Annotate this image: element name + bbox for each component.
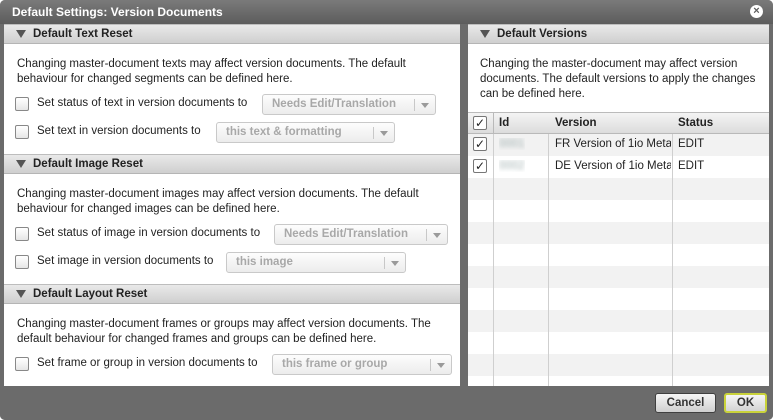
image-status-label: Set status of image in version documents… xyxy=(37,227,261,239)
dialog-footer: Cancel OK xyxy=(0,386,773,420)
version-name: FR Version of 1io Meta xyxy=(555,138,671,150)
select-separator xyxy=(414,99,415,111)
select-separator xyxy=(384,257,385,269)
table-header: ✓ Id Version Status xyxy=(468,113,769,134)
versions-description-line: can be defined here. xyxy=(480,88,585,100)
chevron-down-icon xyxy=(380,131,388,136)
image-content-row: Set image in version documents to this i… xyxy=(15,252,435,274)
image-reset-description-line: behaviour for changed images can be defi… xyxy=(17,203,280,215)
versions-description-line: documents. The default versions to apply… xyxy=(480,73,756,85)
cancel-button[interactable]: Cancel xyxy=(655,393,716,413)
text-reset-title: Default Text Reset xyxy=(33,28,133,40)
text-status-select[interactable]: Needs Edit/Translation xyxy=(262,94,436,115)
column-header-version[interactable]: Version xyxy=(555,117,597,129)
image-content-checkbox[interactable] xyxy=(15,255,29,269)
versions-table: ✓ Id Version Status ✓ 0001 FR Version of… xyxy=(468,112,769,387)
layout-reset-description-line: default behaviour for changed frames and… xyxy=(17,333,377,345)
triangle-down-icon xyxy=(16,160,26,168)
image-status-select[interactable]: Needs Edit/Translation xyxy=(274,224,448,245)
image-reset-header[interactable]: Default Image Reset xyxy=(4,154,460,174)
text-status-checkbox[interactable] xyxy=(15,97,29,111)
version-status: EDIT xyxy=(678,138,705,150)
dialog-titlebar: Default Settings: Version Documents × xyxy=(0,0,773,24)
text-content-select[interactable]: this text & formatting xyxy=(216,122,395,143)
layout-reset-header[interactable]: Default Layout Reset xyxy=(4,284,460,304)
image-content-select[interactable]: this image xyxy=(226,252,406,273)
text-status-row: Set status of text in version documents … xyxy=(15,94,436,116)
version-id: 0001 xyxy=(499,138,525,150)
layout-reset-title: Default Layout Reset xyxy=(33,288,148,300)
image-status-value: Needs Edit/Translation xyxy=(284,228,408,240)
ok-button[interactable]: OK xyxy=(724,393,767,413)
dialog-title: Default Settings: Version Documents xyxy=(12,5,223,19)
chevron-down-icon xyxy=(433,233,441,238)
version-status: EDIT xyxy=(678,160,705,172)
dialog-body: Default Text Reset Changing master-docum… xyxy=(4,24,769,387)
version-row[interactable]: ✓ 0002 DE Version of 1io Meta EDIT xyxy=(468,156,769,178)
column-header-status[interactable]: Status xyxy=(678,117,713,129)
select-separator xyxy=(373,127,374,139)
version-row[interactable]: ✓ 0001 FR Version of 1io Meta EDIT xyxy=(468,134,769,156)
column-header-id[interactable]: Id xyxy=(499,117,509,129)
image-reset-title: Default Image Reset xyxy=(33,158,143,170)
panel-divider[interactable] xyxy=(460,24,468,386)
text-reset-description-line: behaviour for changed segments can be de… xyxy=(17,73,293,85)
row-checkbox[interactable]: ✓ xyxy=(473,159,487,173)
layout-frame-select[interactable]: this frame or group xyxy=(272,354,452,375)
triangle-down-icon xyxy=(16,30,26,38)
version-name: DE Version of 1io Meta xyxy=(555,160,671,172)
text-status-value: Needs Edit/Translation xyxy=(272,98,396,110)
text-reset-header[interactable]: Default Text Reset xyxy=(4,24,460,44)
layout-frame-label: Set frame or group in version documents … xyxy=(37,357,258,369)
versions-description: Changing the master-document may affect … xyxy=(480,57,765,102)
triangle-down-icon xyxy=(16,290,26,298)
chevron-down-icon xyxy=(421,103,429,108)
versions-description-line: Changing the master-document may affect … xyxy=(480,58,738,70)
select-separator xyxy=(426,229,427,241)
text-status-label: Set status of text in version documents … xyxy=(37,97,248,109)
version-id: 0002 xyxy=(499,160,525,172)
image-reset-description-line: Changing master-document images may affe… xyxy=(17,188,419,200)
text-content-row: Set text in version documents to this te… xyxy=(15,122,435,144)
text-reset-description-line: Changing master-document texts may affec… xyxy=(17,58,406,70)
versions-title: Default Versions xyxy=(497,28,588,40)
layout-frame-row: Set frame or group in version documents … xyxy=(15,354,453,376)
image-status-checkbox[interactable] xyxy=(15,227,29,241)
triangle-down-icon xyxy=(480,30,490,38)
row-checkbox[interactable]: ✓ xyxy=(473,137,487,151)
layout-reset-description: Changing master-document frames or group… xyxy=(17,317,447,347)
default-versions-panel: Default Versions Changing the master-doc… xyxy=(468,24,769,387)
text-content-value: this text & formatting xyxy=(226,126,342,138)
image-content-value: this image xyxy=(236,256,293,268)
text-content-checkbox[interactable] xyxy=(15,125,29,139)
layout-reset-description-line: Changing master-document frames or group… xyxy=(17,318,431,330)
close-icon[interactable]: × xyxy=(750,5,763,18)
header-column-line xyxy=(468,113,494,134)
layout-frame-value: this frame or group xyxy=(282,358,388,370)
image-content-label: Set image in version documents to xyxy=(37,255,214,267)
text-content-label: Set text in version documents to xyxy=(37,125,201,137)
version-documents-dialog: Default Settings: Version Documents × De… xyxy=(0,0,773,420)
select-separator xyxy=(430,359,431,371)
layout-frame-checkbox[interactable] xyxy=(15,357,29,371)
chevron-down-icon xyxy=(391,261,399,266)
versions-header[interactable]: Default Versions xyxy=(468,24,769,44)
reset-settings-panel: Default Text Reset Changing master-docum… xyxy=(4,24,460,386)
chevron-down-icon xyxy=(437,363,445,368)
image-status-row: Set status of image in version documents… xyxy=(15,224,448,246)
image-reset-description: Changing master-document images may affe… xyxy=(17,187,447,217)
text-reset-description: Changing master-document texts may affec… xyxy=(17,57,447,87)
